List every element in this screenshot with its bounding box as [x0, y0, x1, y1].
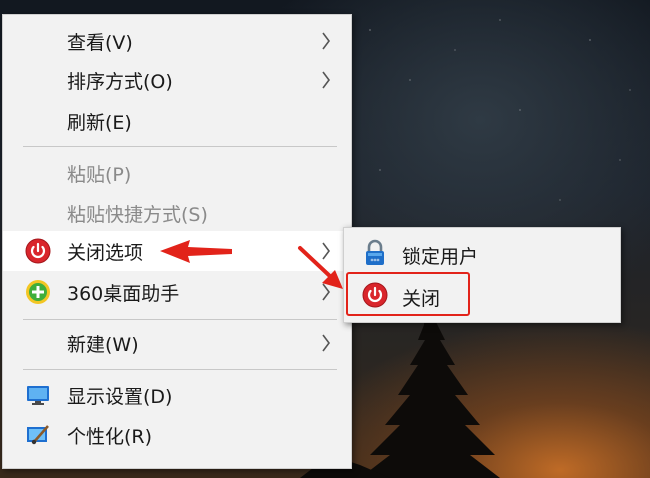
menu-item-label: 关闭选项: [67, 241, 144, 264]
menu-item-new[interactable]: 新建(W): [3, 323, 351, 363]
menu-item-paste: 粘贴(P): [3, 153, 351, 193]
personalize-icon: [27, 425, 49, 445]
menu-item-label: 粘贴(P): [67, 163, 132, 186]
lock-icon: ***: [366, 239, 384, 265]
menu-item-refresh[interactable]: 刷新(E): [3, 101, 351, 141]
menu-item-label: 刷新(E): [67, 111, 132, 134]
menu-item-label: 排序方式(O): [67, 70, 173, 93]
menu-item-view[interactable]: 查看(V): [3, 21, 351, 61]
chevron-right-icon: [322, 32, 330, 50]
menu-separator: [23, 369, 337, 370]
menu-item-label: 360桌面助手: [67, 282, 180, 305]
menu-separator: [23, 319, 337, 320]
menu-item-display-settings[interactable]: 显示设置(D): [3, 375, 351, 415]
menu-item-label: 显示设置(D): [67, 385, 173, 408]
menu-separator: [23, 146, 337, 147]
menu-item-sort-by[interactable]: 排序方式(O): [3, 60, 351, 100]
chevron-right-icon: [322, 283, 330, 301]
svg-text:***: ***: [371, 258, 380, 265]
menu-item-label: 粘贴快捷方式(S): [67, 203, 208, 226]
power-icon: [25, 238, 51, 264]
chevron-right-icon: [322, 242, 330, 260]
menu-item-label: 查看(V): [67, 31, 133, 54]
monitor-icon: [27, 386, 49, 405]
chevron-right-icon: [322, 334, 330, 352]
desktop-context-menu: 查看(V) 排序方式(O) 刷新(E) 粘贴(P) 粘贴快捷方式(S) 关闭选项: [2, 14, 352, 469]
menu-item-paste-shortcut: 粘贴快捷方式(S): [3, 193, 351, 233]
menu-item-360-desktop-assistant[interactable]: 360桌面助手: [3, 272, 351, 312]
menu-item-personalize[interactable]: 个性化(R): [3, 415, 351, 455]
360-plus-icon: [26, 280, 50, 304]
chevron-right-icon: [322, 71, 330, 89]
menu-item-shutdown-options[interactable]: 关闭选项: [3, 231, 351, 271]
menu-item-label: 新建(W): [67, 333, 139, 356]
submenu-item-lock-user[interactable]: *** 锁定用户: [344, 232, 620, 274]
shutdown-options-submenu: *** 锁定用户 关闭: [343, 227, 621, 323]
menu-item-label: 个性化(R): [67, 425, 153, 448]
submenu-item-label: 锁定用户: [402, 246, 479, 268]
annotation-highlight-box: [346, 272, 470, 316]
